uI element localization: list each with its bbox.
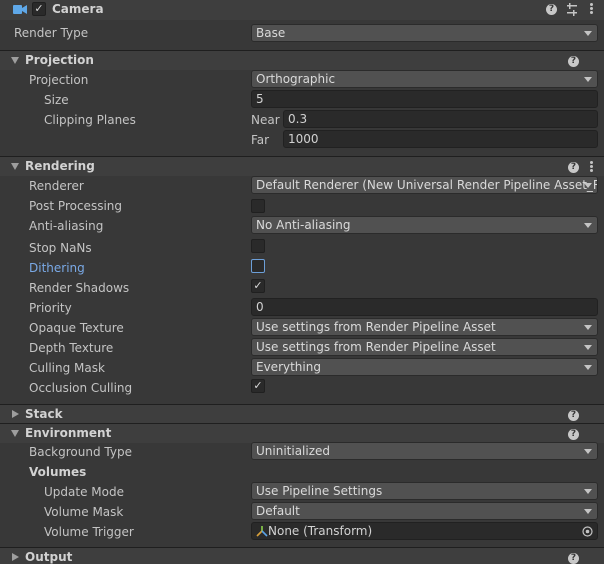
object-picker-icon[interactable]: [582, 526, 593, 537]
near-label: Near: [251, 113, 280, 127]
volume-trigger-label: Volume Trigger: [44, 525, 134, 539]
volume-mask-dropdown[interactable]: Default: [251, 502, 598, 520]
foldout-collapsed-icon: [12, 410, 19, 418]
environment-section-header[interactable]: Environment ?: [0, 423, 604, 443]
culling-mask-dropdown[interactable]: Everything: [251, 358, 598, 376]
volume-trigger-value: None (Transform): [268, 524, 373, 538]
volumes-label: Volumes: [29, 465, 87, 479]
opaque-texture-label: Opaque Texture: [29, 321, 124, 335]
size-label: Size: [44, 93, 69, 107]
foldout-expanded-icon: [11, 163, 19, 170]
size-field[interactable]: 5: [251, 90, 598, 108]
anti-aliasing-label: Anti-aliasing: [29, 219, 104, 233]
priority-field[interactable]: 0: [251, 298, 598, 316]
help-icon[interactable]: ?: [568, 553, 579, 564]
stack-section-header[interactable]: Stack ?: [0, 404, 604, 424]
chevron-down-icon: [584, 489, 592, 494]
update-mode-value: Use Pipeline Settings: [256, 484, 383, 498]
stack-header-title: Stack: [25, 407, 63, 421]
culling-mask-label: Culling Mask: [29, 361, 105, 375]
render-type-label: Render Type: [14, 26, 89, 40]
update-mode-dropdown[interactable]: Use Pipeline Settings: [251, 482, 598, 500]
clipping-planes-label: Clipping Planes: [44, 113, 136, 127]
render-shadows-checkbox[interactable]: ✓: [251, 279, 265, 293]
priority-label: Priority: [29, 301, 72, 315]
projection-section-header[interactable]: Projection ?: [0, 50, 604, 70]
help-icon[interactable]: ?: [568, 162, 579, 173]
depth-texture-label: Depth Texture: [29, 341, 114, 355]
foldout-collapsed-icon: [12, 553, 19, 561]
presets-icon[interactable]: [566, 3, 578, 16]
volume-mask-label: Volume Mask: [44, 505, 124, 519]
post-processing-label: Post Processing: [29, 199, 122, 213]
foldout-expanded-icon: [11, 430, 19, 437]
component-title: Camera: [52, 2, 104, 16]
occlusion-culling-label: Occlusion Culling: [29, 381, 133, 395]
component-enabled-checkbox[interactable]: ✓: [32, 2, 46, 16]
camera-component-header[interactable]: ✓ Camera ?: [0, 0, 604, 20]
output-header-title: Output: [25, 550, 73, 564]
chevron-down-icon: [584, 223, 592, 228]
rendering-section-header[interactable]: Rendering ?: [0, 156, 604, 176]
chevron-down-icon: [584, 31, 592, 36]
renderer-dropdown[interactable]: Default Renderer (New Universal Render P…: [251, 176, 598, 194]
help-icon[interactable]: ?: [568, 429, 579, 440]
occlusion-culling-checkbox[interactable]: ✓: [251, 379, 265, 393]
far-label: Far: [251, 133, 270, 147]
render-type-dropdown[interactable]: Base: [251, 24, 598, 42]
near-field[interactable]: 0.3: [283, 110, 598, 128]
projection-value: Orthographic: [256, 72, 336, 86]
depth-texture-dropdown[interactable]: Use settings from Render Pipeline Asset: [251, 338, 598, 356]
anti-aliasing-dropdown[interactable]: No Anti-aliasing: [251, 216, 598, 234]
help-icon[interactable]: ?: [546, 4, 557, 15]
anti-aliasing-value: No Anti-aliasing: [256, 218, 351, 232]
more-icon[interactable]: [590, 161, 593, 173]
more-icon[interactable]: [590, 3, 593, 15]
output-section-header[interactable]: Output ?: [0, 547, 604, 564]
background-type-label: Background Type: [29, 445, 132, 459]
foldout-expanded-icon: [11, 57, 19, 64]
post-processing-checkbox[interactable]: [251, 199, 265, 213]
background-type-dropdown[interactable]: Uninitialized: [251, 442, 598, 460]
transform-icon: [256, 526, 268, 537]
chevron-down-icon: [584, 449, 592, 454]
dithering-label: Dithering: [29, 261, 85, 275]
render-type-value: Base: [256, 26, 286, 40]
dithering-checkbox[interactable]: [251, 259, 265, 273]
projection-dropdown[interactable]: Orthographic: [251, 70, 598, 88]
projection-header-title: Projection: [25, 53, 94, 67]
camera-icon: [13, 5, 27, 14]
help-icon[interactable]: ?: [568, 410, 579, 421]
chevron-down-icon: [584, 365, 592, 370]
render-shadows-label: Render Shadows: [29, 281, 130, 295]
far-field[interactable]: 1000: [283, 130, 598, 148]
help-icon[interactable]: ?: [568, 56, 579, 67]
chevron-down-icon: [584, 509, 592, 514]
chevron-down-icon: [584, 183, 592, 188]
renderer-value: Default Renderer (New Universal Render P…: [256, 178, 598, 192]
chevron-down-icon: [584, 77, 592, 82]
chevron-down-icon: [584, 325, 592, 330]
volume-trigger-field[interactable]: None (Transform): [251, 522, 598, 540]
chevron-down-icon: [584, 345, 592, 350]
stop-nans-checkbox[interactable]: [251, 239, 265, 253]
background-type-value: Uninitialized: [256, 444, 331, 458]
stop-nans-label: Stop NaNs: [29, 241, 92, 255]
environment-header-title: Environment: [25, 426, 112, 440]
renderer-label: Renderer: [29, 179, 84, 193]
update-mode-label: Update Mode: [44, 485, 124, 499]
projection-label: Projection: [29, 73, 89, 87]
culling-mask-value: Everything: [256, 360, 321, 374]
rendering-header-title: Rendering: [25, 159, 95, 173]
opaque-texture-dropdown[interactable]: Use settings from Render Pipeline Asset: [251, 318, 598, 336]
volume-mask-value: Default: [256, 504, 300, 518]
opaque-texture-value: Use settings from Render Pipeline Asset: [256, 320, 496, 334]
depth-texture-value: Use settings from Render Pipeline Asset: [256, 340, 496, 354]
